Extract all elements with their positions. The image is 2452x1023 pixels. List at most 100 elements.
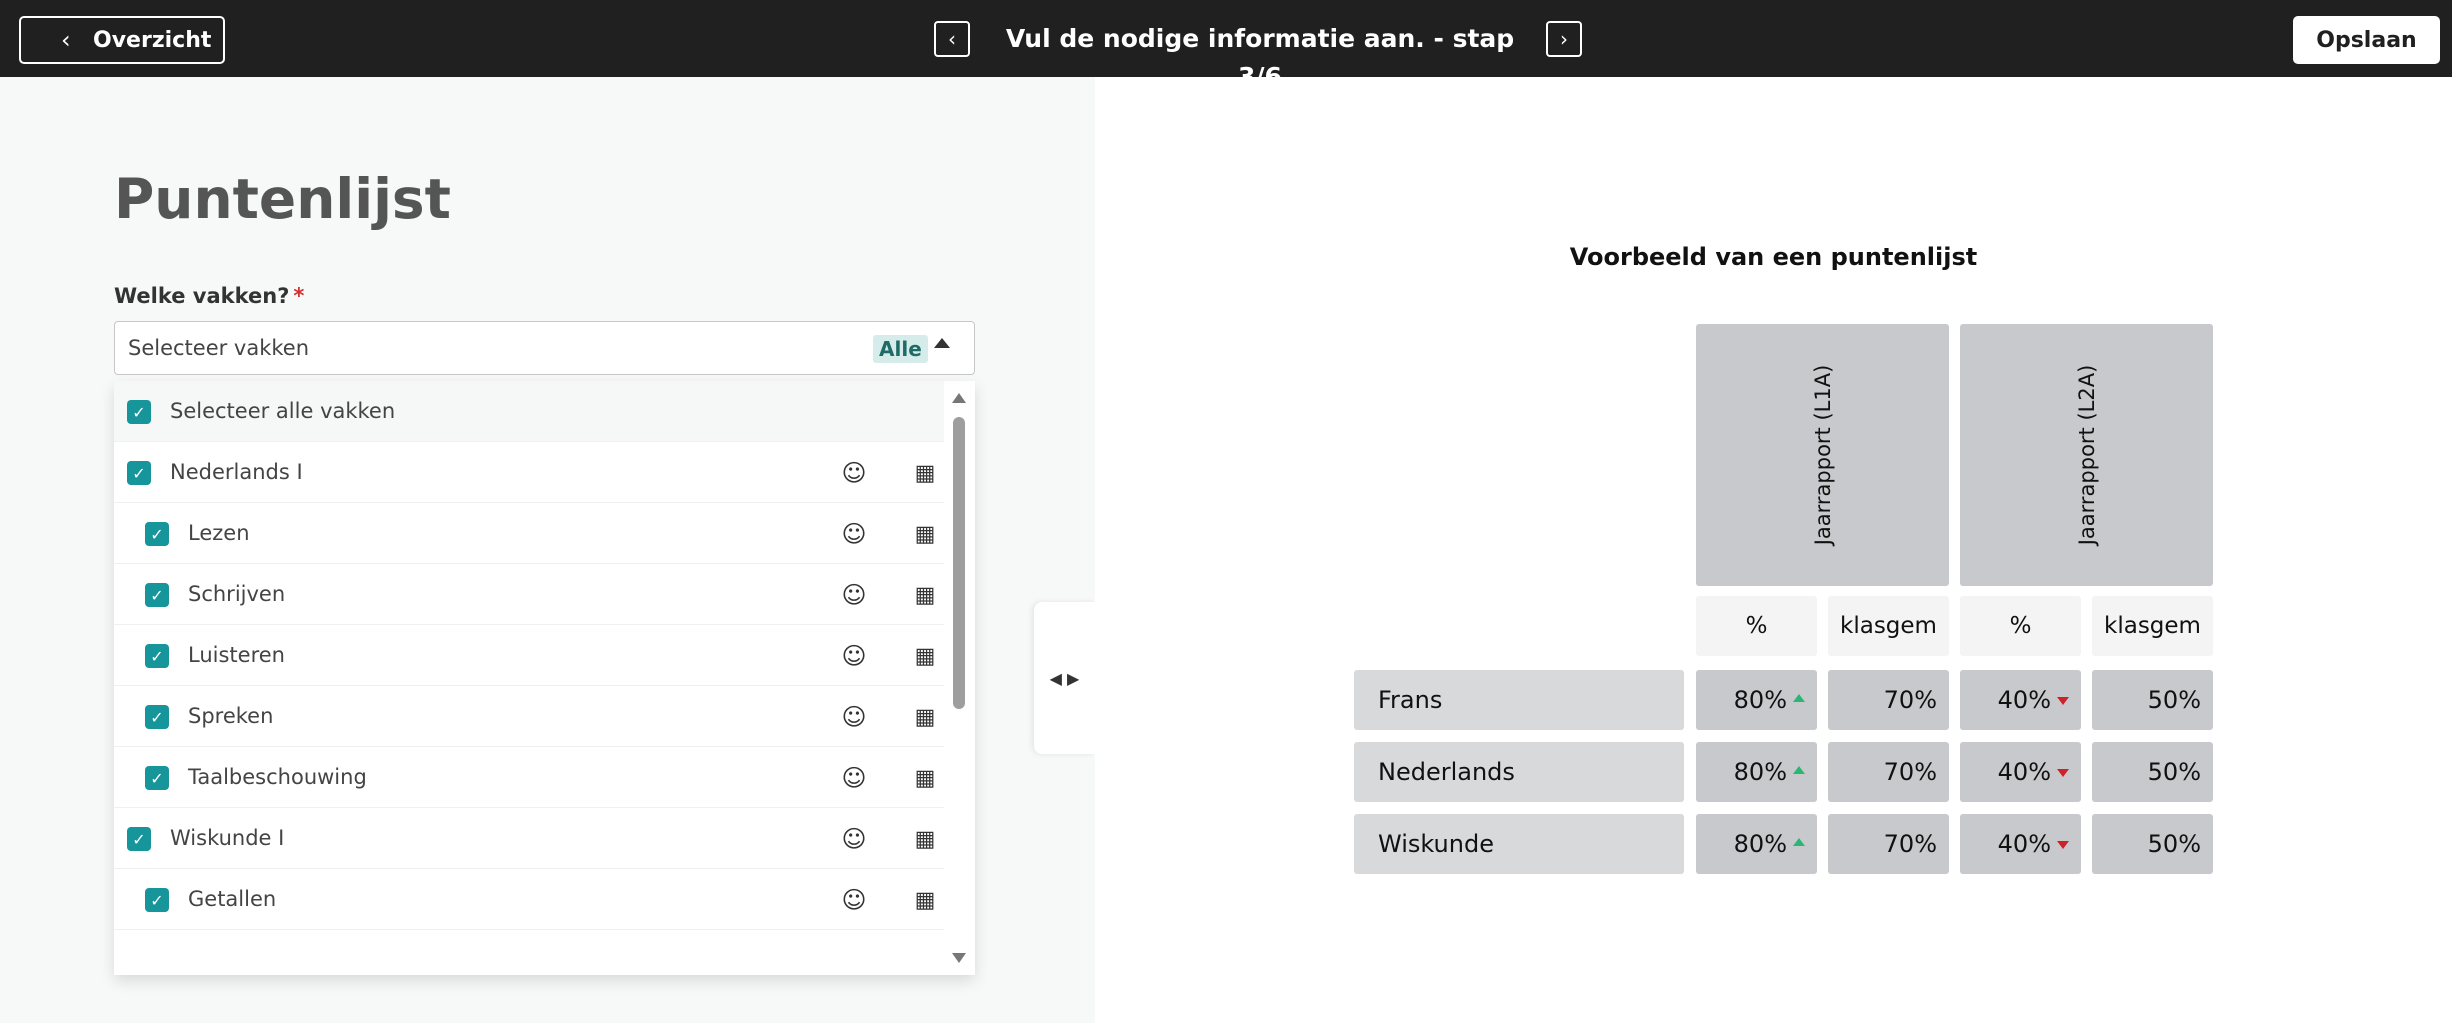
cell-value: 40%: [1997, 686, 2051, 714]
top-bar: ‹ Overzicht ‹ Vul de nodige informatie a…: [0, 0, 2452, 91]
trend-down-icon: [2057, 769, 2069, 777]
column-header-label: Jaarrapport (L1A): [1810, 364, 1835, 546]
list-item[interactable]: ✓ Nederlands I ☺ ▦: [114, 442, 944, 503]
next-step-button[interactable]: ›: [1546, 21, 1582, 57]
list-item[interactable]: ✓ Lezen ☺ ▦: [114, 503, 944, 564]
row-label: Frans: [1354, 670, 1684, 730]
smiley-icon[interactable]: ☺: [841, 825, 866, 853]
subjects-dropdown: ✓ Selecteer alle vakken ✓ Nederlands I ☺…: [114, 381, 975, 975]
checkbox-checked-icon[interactable]: ✓: [145, 766, 169, 790]
calculator-icon[interactable]: ▦: [913, 826, 937, 852]
table-cell: 40%: [1960, 742, 2081, 802]
column-header-label: Jaarrapport (L2A): [2074, 364, 2099, 546]
subjects-select[interactable]: Selecteer vakken Alle: [114, 321, 975, 375]
calculator-icon[interactable]: ▦: [913, 704, 937, 730]
subheader-percent: %: [1696, 596, 1817, 656]
resize-arrows-icon: ◀ ▶: [1049, 668, 1080, 688]
select-all-badge: Alle: [873, 335, 928, 363]
checkbox-checked-icon[interactable]: ✓: [145, 888, 169, 912]
dropdown-scrollbar[interactable]: [949, 381, 969, 975]
list-item[interactable]: ✓ Taalbeschouwing ☺ ▦: [114, 747, 944, 808]
save-button[interactable]: Opslaan: [2293, 16, 2440, 64]
smiley-icon[interactable]: ☺: [841, 886, 866, 914]
list-item[interactable]: ✓ Getallen ☺ ▦: [114, 869, 944, 930]
form-panel: Puntenlijst Welke vakken? * Selecteer vak…: [0, 77, 1095, 1023]
table-cell: 40%: [1960, 814, 2081, 874]
option-label: Spreken: [188, 704, 274, 728]
back-button-label: Overzicht: [93, 27, 212, 53]
subheader-class-average: klasgem: [2092, 596, 2213, 656]
scroll-up-arrow-icon[interactable]: [952, 393, 966, 403]
row-label: Nederlands: [1354, 742, 1684, 802]
caret-up-icon[interactable]: [934, 338, 950, 348]
scrollbar-thumb[interactable]: [953, 417, 965, 709]
column-header: Jaarrapport (L2A): [1960, 324, 2213, 586]
cell-value: 80%: [1733, 758, 1787, 786]
calculator-icon[interactable]: ▦: [913, 765, 937, 791]
panel-resize-handle[interactable]: ◀ ▶: [1034, 602, 1095, 754]
checkbox-checked-icon[interactable]: ✓: [145, 644, 169, 668]
smiley-icon[interactable]: ☺: [841, 581, 866, 609]
list-item[interactable]: ✓ Luisteren ☺ ▦: [114, 625, 944, 686]
table-cell: 80%: [1696, 742, 1817, 802]
field-label-text: Welke vakken?: [114, 284, 290, 308]
previous-step-button[interactable]: ‹: [934, 21, 970, 57]
cell-value: 80%: [1733, 686, 1787, 714]
row-label: Wiskunde: [1354, 814, 1684, 874]
calculator-icon[interactable]: ▦: [913, 643, 937, 669]
table-cell: 50%: [2092, 670, 2213, 730]
preview-title: Voorbeeld van een puntenlijst: [1569, 243, 1978, 271]
table-cell: 40%: [1960, 670, 2081, 730]
required-mark: *: [293, 284, 305, 308]
chevron-left-icon: ‹: [61, 26, 71, 54]
back-to-overview-button[interactable]: ‹ Overzicht: [19, 16, 225, 64]
subheader-class-average: klasgem: [1828, 596, 1949, 656]
list-item[interactable]: ✓ Wiskunde I ☺ ▦: [114, 808, 944, 869]
smiley-icon[interactable]: ☺: [841, 520, 866, 548]
list-item-select-all[interactable]: ✓ Selecteer alle vakken: [114, 381, 944, 442]
chevron-left-icon: ‹: [948, 27, 956, 51]
cell-value: 40%: [1997, 830, 2051, 858]
option-label: Schrijven: [188, 582, 286, 606]
smiley-icon[interactable]: ☺: [841, 764, 866, 792]
option-label: Getallen: [188, 887, 277, 911]
calculator-icon[interactable]: ▦: [913, 460, 937, 486]
option-label: Nederlands I: [170, 460, 303, 484]
calculator-icon[interactable]: ▦: [913, 521, 937, 547]
table-cell: 70%: [1828, 814, 1949, 874]
smiley-icon[interactable]: ☺: [841, 642, 866, 670]
select-placeholder: Selecteer vakken: [128, 336, 310, 360]
smiley-icon[interactable]: ☺: [841, 459, 866, 487]
scroll-down-arrow-icon[interactable]: [952, 953, 966, 963]
page-title: Puntenlijst: [114, 167, 451, 231]
table-cell: 50%: [2092, 814, 2213, 874]
preview-panel: Voorbeeld van een puntenlijst Jaarrappor…: [1095, 77, 2452, 1023]
table-cell: 80%: [1696, 814, 1817, 874]
option-label: Wiskunde I: [170, 826, 285, 850]
list-item[interactable]: ✓ Schrijven ☺ ▦: [114, 564, 944, 625]
trend-up-icon: [1793, 694, 1805, 702]
table-cell: 50%: [2092, 742, 2213, 802]
trend-up-icon: [1793, 766, 1805, 774]
checkbox-checked-icon[interactable]: ✓: [145, 705, 169, 729]
list-item[interactable]: ✓ Spreken ☺ ▦: [114, 686, 944, 747]
checkbox-checked-icon[interactable]: ✓: [127, 400, 151, 424]
option-label: Selecteer alle vakken: [170, 399, 396, 423]
cell-value: 80%: [1733, 830, 1787, 858]
option-label: Taalbeschouwing: [188, 765, 367, 789]
trend-up-icon: [1793, 838, 1805, 846]
column-header: Jaarrapport (L1A): [1696, 324, 1949, 586]
table-cell: 70%: [1828, 742, 1949, 802]
calculator-icon[interactable]: ▦: [913, 887, 937, 913]
table-cell: 70%: [1828, 670, 1949, 730]
trend-down-icon: [2057, 841, 2069, 849]
trend-down-icon: [2057, 697, 2069, 705]
calculator-icon[interactable]: ▦: [913, 582, 937, 608]
smiley-icon[interactable]: ☺: [841, 703, 866, 731]
checkbox-checked-icon[interactable]: ✓: [145, 522, 169, 546]
checkbox-checked-icon[interactable]: ✓: [127, 827, 151, 851]
checkbox-checked-icon[interactable]: ✓: [127, 461, 151, 485]
chevron-right-icon: ›: [1560, 27, 1568, 51]
checkbox-checked-icon[interactable]: ✓: [145, 583, 169, 607]
option-label: Lezen: [188, 521, 250, 545]
